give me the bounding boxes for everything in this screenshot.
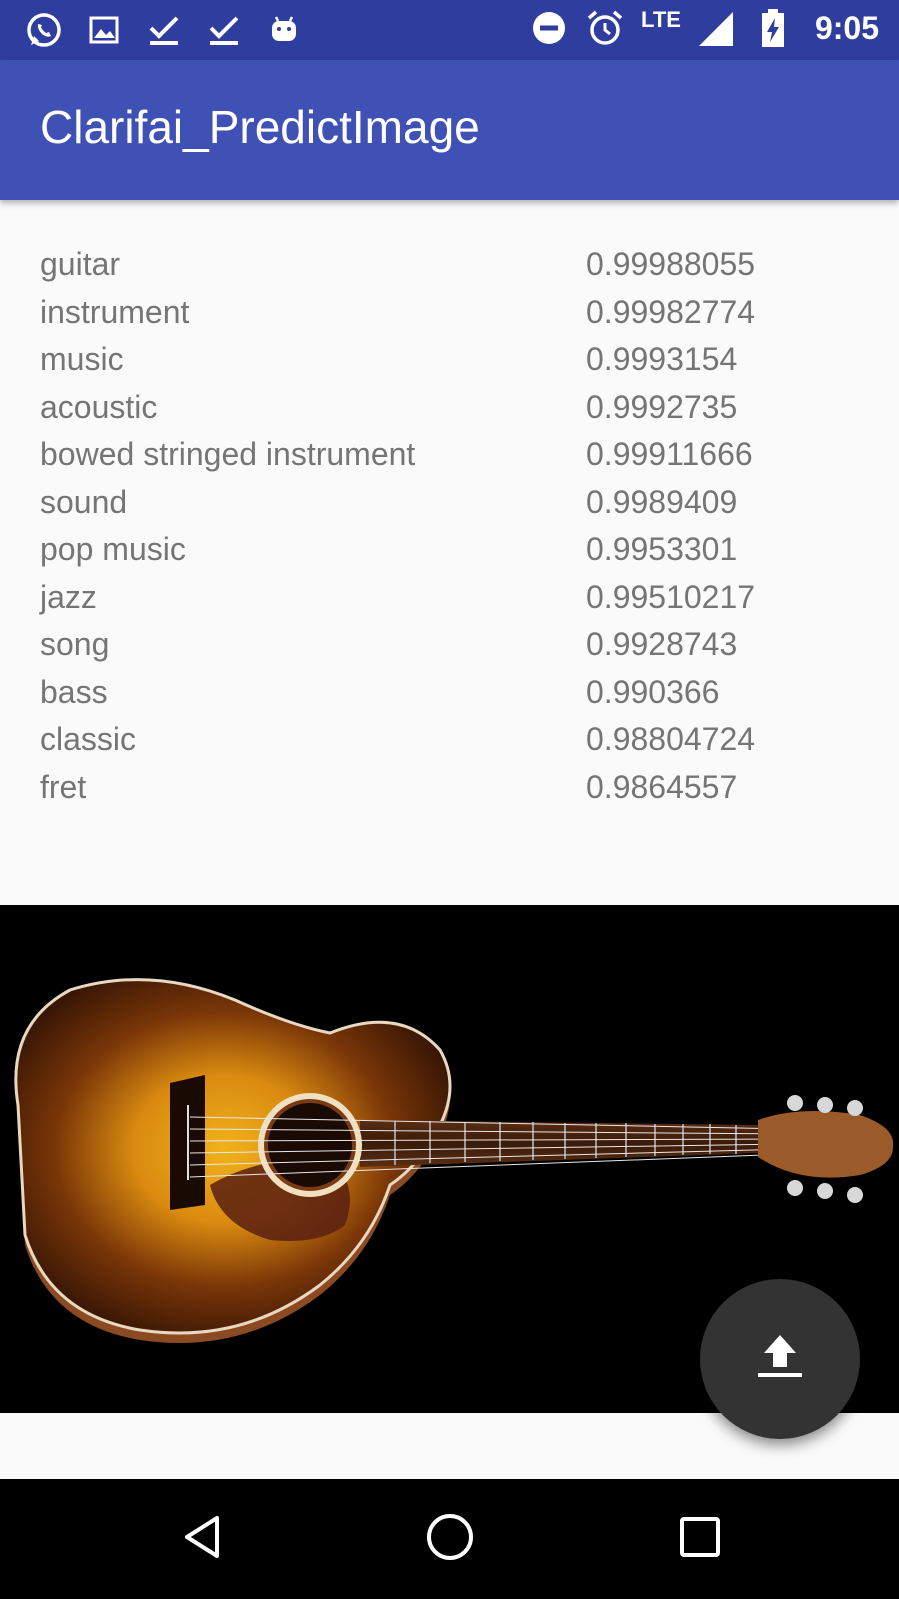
concept-score: 0.9953301 [586,531,738,567]
concept-score: 0.9928743 [586,626,738,662]
back-icon [177,1512,227,1567]
home-icon [423,1510,477,1569]
status-clock: 9:05 [814,9,879,46]
navigation-bar [0,1479,899,1599]
list-item: sound 0.9989409 [0,478,899,526]
whatsapp-icon [24,10,64,50]
list-item: instrument 0.99982774 [0,288,899,336]
concept-score: 0.99988055 [586,246,756,282]
concept-label: instrument [40,293,190,330]
status-bar: LTE 9:05 [0,0,899,60]
list-item: guitar 0.99988055 [0,240,899,288]
concept-label: jazz [40,578,97,615]
recents-icon [676,1513,724,1566]
prediction-list: guitar 0.99988055 instrument 0.99982774 … [0,240,899,810]
alarm-icon [585,8,625,48]
upload-button[interactable] [700,1279,860,1439]
list-item: acoustic 0.9992735 [0,383,899,431]
concept-label: bass [40,673,108,710]
concept-score: 0.99911666 [586,436,753,472]
concept-label: song [40,626,110,662]
upload-icon [750,1327,810,1392]
concept-score: 0.9989409 [586,483,738,520]
concept-label: pop music [40,531,186,567]
android-icon [264,10,304,50]
check-icon [204,10,244,50]
check-icon [144,10,184,50]
concept-label: classic [40,721,137,757]
concept-score: 0.9992735 [586,388,738,425]
list-item: bowed stringed instrument 0.99911666 [0,430,899,478]
concept-score: 0.99982774 [586,293,756,330]
list-item: classic 0.98804724 [0,715,899,763]
concept-label: acoustic [40,388,158,425]
concept-score: 0.9993154 [586,341,738,377]
back-button[interactable] [172,1509,232,1569]
do-not-disturb-icon [529,8,569,48]
gallery-icon [84,10,124,50]
concept-score: 0.99510217 [586,578,756,615]
list-item: jazz 0.99510217 [0,573,899,621]
concept-score: 0.9864557 [586,768,738,805]
list-item: music 0.9993154 [0,335,899,383]
concept-score: 0.98804724 [586,721,756,757]
recents-button[interactable] [670,1509,730,1569]
concept-label: guitar [40,246,121,282]
network-type-label: LTE [641,7,681,32]
home-button[interactable] [420,1509,480,1569]
concept-label: bowed stringed instrument [40,436,416,472]
list-item: fret 0.9864557 [0,763,899,811]
list-item: song 0.9928743 [0,620,899,668]
battery-charging-icon [753,8,793,48]
concept-score: 0.990366 [586,673,720,710]
list-item: pop music 0.9953301 [0,525,899,573]
app-bar: Clarifai_PredictImage [0,60,899,200]
app-title: Clarifai_PredictImage [40,101,480,153]
concept-label: sound [40,483,128,520]
concept-label: music [40,341,124,377]
concept-label: fret [40,768,87,805]
signal-icon [697,8,737,48]
list-item: bass 0.990366 [0,668,899,716]
